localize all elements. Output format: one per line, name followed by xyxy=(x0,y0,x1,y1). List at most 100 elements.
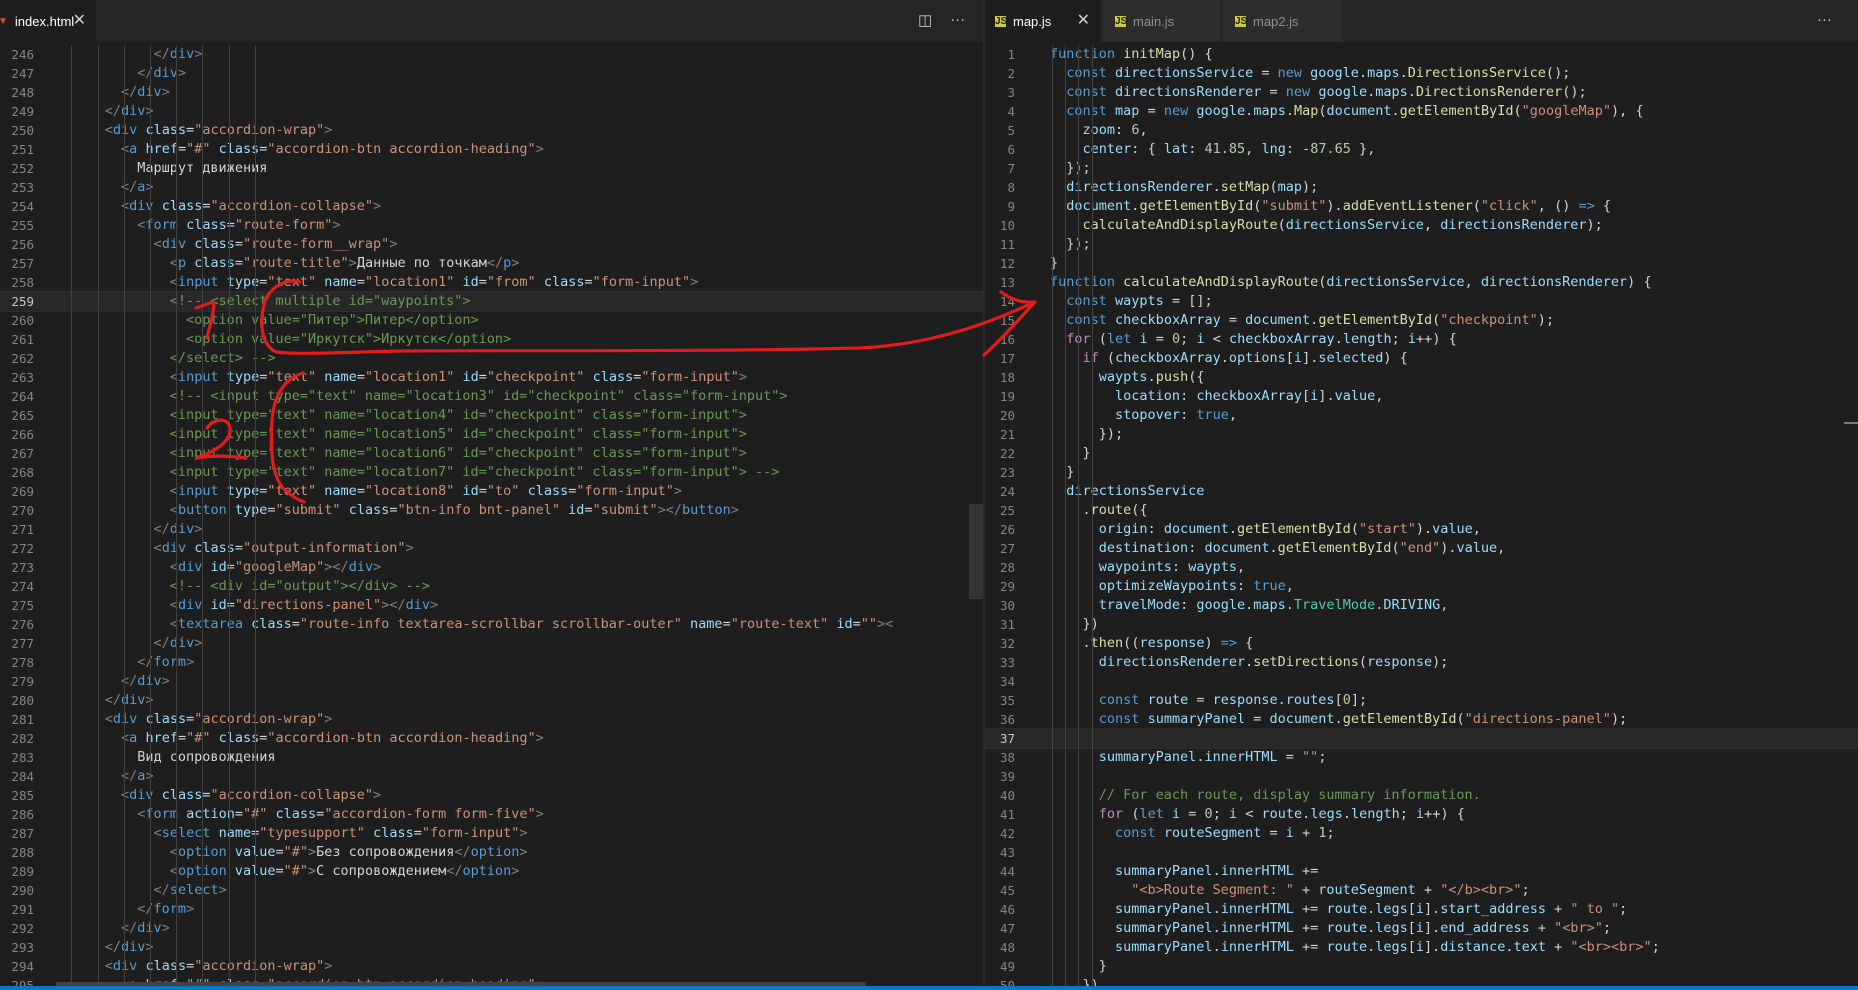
code-line[interactable]: 7 }); xyxy=(985,159,1858,178)
code-line[interactable]: 273 <div id="googleMap"></div> xyxy=(0,558,983,577)
code-line[interactable]: 25 .route({ xyxy=(985,501,1858,520)
code-line[interactable]: 250 <div class="accordion-wrap"> xyxy=(0,121,983,140)
tab-index-html[interactable]: ▼ index.html ✕ xyxy=(0,0,97,42)
code-line[interactable]: 253 </a> xyxy=(0,178,983,197)
code-line[interactable]: 274 <!-- <div id="output"></div> --> xyxy=(0,577,983,596)
tab-map2-js[interactable]: JS map2.js xyxy=(1223,0,1343,42)
code-line[interactable]: 29 optimizeWaypoints: true, xyxy=(985,577,1858,596)
code-line[interactable]: 276 <textarea class="route-info textarea… xyxy=(0,615,983,634)
code-line[interactable]: 279 </div> xyxy=(0,672,983,691)
code-line[interactable]: 293 </div> xyxy=(0,938,983,957)
close-icon[interactable]: ✕ xyxy=(73,11,86,31)
code-line[interactable]: 15 const checkboxArray = document.getEle… xyxy=(985,311,1858,330)
code-line[interactable]: 49 } xyxy=(985,957,1858,976)
code-line[interactable]: 271 </div> xyxy=(0,520,983,539)
code-line[interactable]: 31 }) xyxy=(985,615,1858,634)
code-line[interactable]: 257 <p class="route-title">Данные по точ… xyxy=(0,254,983,273)
code-line[interactable]: 266 <input type="text" name="location5" … xyxy=(0,425,983,444)
code-line[interactable]: 37 xyxy=(985,728,1858,749)
more-actions-icon[interactable]: ··· xyxy=(1817,11,1832,28)
code-line[interactable]: 280 </div> xyxy=(0,691,983,710)
code-line[interactable]: 269 <input type="text" name="location8" … xyxy=(0,482,983,501)
code-line[interactable]: 286 <form action="#" class="accordion-fo… xyxy=(0,805,983,824)
code-line[interactable]: 28 waypoints: waypts, xyxy=(985,558,1858,577)
code-line[interactable]: 255 <form class="route-form"> xyxy=(0,216,983,235)
code-line[interactable]: 249 </div> xyxy=(0,102,983,121)
code-line[interactable]: 264 <!-- <input type="text" name="locati… xyxy=(0,387,983,406)
code-line[interactable]: 13 function calculateAndDisplayRoute(dire… xyxy=(985,273,1858,292)
code-line[interactable]: 246 </div> xyxy=(0,45,983,64)
code-line[interactable]: 17 if (checkboxArray.options[i].selected… xyxy=(985,349,1858,368)
code-line[interactable]: 36 const summaryPanel = document.getElem… xyxy=(985,710,1858,729)
code-line[interactable]: 260 <option value="Питер">Питер</option> xyxy=(0,311,983,330)
vertical-scrollbar[interactable] xyxy=(969,504,983,599)
code-line[interactable]: 288 <option value="#">Без сопровождения<… xyxy=(0,843,983,862)
code-line[interactable]: 48 summaryPanel.innerHTML += route.legs[… xyxy=(985,938,1858,957)
code-line[interactable]: 30 travelMode: google.maps.TravelMode.DR… xyxy=(985,596,1858,615)
code-line[interactable]: 35 const route = response.routes[0]; xyxy=(985,691,1858,710)
code-line[interactable]: 1 function initMap() { xyxy=(985,45,1858,64)
code-line[interactable]: 289 <option value="#">С сопровождением</… xyxy=(0,862,983,881)
code-line[interactable]: 34 xyxy=(985,672,1858,691)
code-line[interactable]: 38 summaryPanel.innerHTML = ""; xyxy=(985,748,1858,767)
code-line[interactable]: 2 const directionsService = new google.m… xyxy=(985,64,1858,83)
code-line[interactable]: 256 <div class="route-form__wrap"> xyxy=(0,235,983,254)
code-line[interactable]: 284 </a> xyxy=(0,767,983,786)
code-line[interactable]: 247 </div> xyxy=(0,64,983,83)
code-line[interactable]: 277 </div> xyxy=(0,634,983,653)
code-line[interactable]: 252 Маршрут движения xyxy=(0,159,983,178)
code-line[interactable]: 251 <a href="#" class="accordion-btn acc… xyxy=(0,140,983,159)
code-line[interactable]: 14 const waypts = []; xyxy=(985,292,1858,311)
code-line[interactable]: 11 }); xyxy=(985,235,1858,254)
left-code-editor[interactable]: 246 </div>247 </div>248 </div>249 </div>… xyxy=(0,42,983,990)
code-line[interactable]: 41 for (let i = 0; i < route.legs.length… xyxy=(985,805,1858,824)
code-line[interactable]: 263 <input type="text" name="location1" … xyxy=(0,368,983,387)
code-line[interactable]: 22 } xyxy=(985,444,1858,463)
code-line[interactable]: 9 document.getElementById("submit").addE… xyxy=(985,197,1858,216)
code-line[interactable]: 23 } xyxy=(985,463,1858,482)
code-line[interactable]: 267 <input type="text" name="location6" … xyxy=(0,444,983,463)
code-line[interactable]: 20 stopover: true, xyxy=(985,406,1858,425)
code-line[interactable]: 26 origin: document.getElementById("star… xyxy=(985,520,1858,539)
code-line[interactable]: 282 <a href="#" class="accordion-btn acc… xyxy=(0,729,983,748)
close-icon[interactable]: ✕ xyxy=(1077,11,1090,31)
code-line[interactable]: 46 summaryPanel.innerHTML += route.legs[… xyxy=(985,900,1858,919)
code-line[interactable]: 248 </div> xyxy=(0,83,983,102)
code-line[interactable]: 283 Вид сопровождения xyxy=(0,748,983,767)
code-line[interactable]: 6 center: { lat: 41.85, lng: -87.65 }, xyxy=(985,140,1858,159)
tab-map-js[interactable]: JS map.js ✕ xyxy=(985,0,1101,42)
right-code-editor[interactable]: 1 function initMap() {2 const directionsS… xyxy=(985,42,1858,990)
code-line[interactable]: 12} xyxy=(985,254,1858,273)
code-line[interactable]: 261 <option value="Иркутск">Иркутск</opt… xyxy=(0,330,983,349)
code-line[interactable]: 278 </form> xyxy=(0,653,983,672)
code-line[interactable]: 24 directionsService xyxy=(985,482,1858,501)
code-line[interactable]: 40 // For each route, display summary in… xyxy=(985,786,1858,805)
code-line[interactable]: 272 <div class="output-information"> xyxy=(0,539,983,558)
code-line[interactable]: 33 directionsRenderer.setDirections(resp… xyxy=(985,653,1858,672)
code-line[interactable]: 258 <input type="text" name="location1" … xyxy=(0,273,983,292)
code-line[interactable]: 292 </div> xyxy=(0,919,983,938)
code-line[interactable]: 39 xyxy=(985,767,1858,786)
code-line[interactable]: 32 .then((response) => { xyxy=(985,634,1858,653)
code-line[interactable]: 42 const routeSegment = i + 1; xyxy=(985,824,1858,843)
code-line[interactable]: 44 summaryPanel.innerHTML += xyxy=(985,862,1858,881)
more-actions-icon[interactable]: ··· xyxy=(950,11,965,29)
code-line[interactable]: 3 const directionsRenderer = new google.… xyxy=(985,83,1858,102)
code-line[interactable]: 27 destination: document.getElementById(… xyxy=(985,539,1858,558)
code-line[interactable]: 21 }); xyxy=(985,425,1858,444)
code-line[interactable]: 18 waypts.push({ xyxy=(985,368,1858,387)
code-line[interactable]: 270 <button type="submit" class="btn-inf… xyxy=(0,501,983,520)
code-line[interactable]: 291 </form> xyxy=(0,900,983,919)
code-line[interactable]: 268 <input type="text" name="location7" … xyxy=(0,463,983,482)
code-line[interactable]: 19 location: checkboxArray[i].value, xyxy=(985,387,1858,406)
code-line[interactable]: 281 <div class="accordion-wrap"> xyxy=(0,710,983,729)
code-line[interactable]: 259 <!-- <select multiple id="waypoints"… xyxy=(0,291,983,312)
code-line[interactable]: 290 </select> xyxy=(0,881,983,900)
code-line[interactable]: 47 summaryPanel.innerHTML += route.legs[… xyxy=(985,919,1858,938)
code-line[interactable]: 262 </select> --> xyxy=(0,349,983,368)
code-line[interactable]: 294 <div class="accordion-wrap"> xyxy=(0,957,983,976)
tab-main-js[interactable]: JS main.js xyxy=(1103,0,1221,42)
code-line[interactable]: 10 calculateAndDisplayRoute(directionsSe… xyxy=(985,216,1858,235)
code-line[interactable]: 265 <input type="text" name="location4" … xyxy=(0,406,983,425)
code-line[interactable]: 287 <select name="typesupport" class="fo… xyxy=(0,824,983,843)
